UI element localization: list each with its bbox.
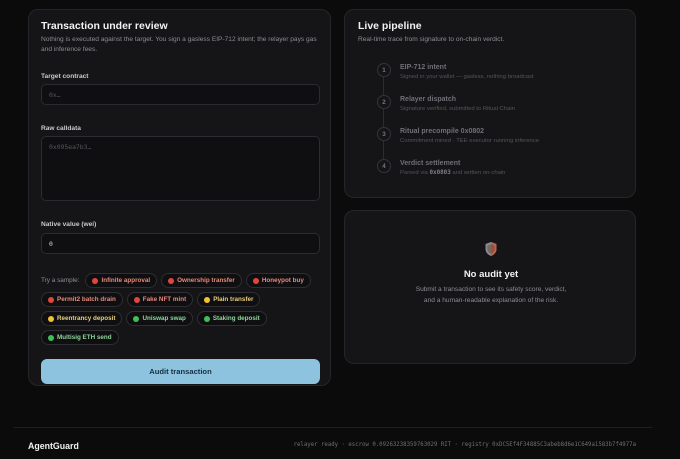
shield-icon — [484, 241, 498, 262]
native-value-label: Native value (wei) — [41, 221, 97, 228]
sample-chip-reentrancy-deposit[interactable]: Reentrancy deposit — [41, 311, 123, 326]
yellow-status-dot-icon — [48, 315, 54, 322]
step-title: Relayer dispatch — [400, 96, 457, 103]
sample-chip-staking-deposit[interactable]: Staking deposit — [196, 311, 267, 326]
green-status-dot-icon — [48, 334, 54, 341]
empty-desc-line: and a human-readable explanation of the … — [423, 296, 559, 304]
step-title: EIP-712 intent — [400, 64, 447, 71]
green-status-dot-icon — [133, 315, 140, 322]
step-title: Verdict settlement — [400, 160, 461, 167]
brand-logo-text: AgentGuard — [28, 441, 79, 451]
step-number: 3 — [377, 127, 391, 141]
sample-chip-label: Uniswap swap — [142, 315, 186, 322]
sample-chip-fake-nft-mint[interactable]: Fake NFT mint — [126, 292, 194, 307]
pipeline-step: 4 Verdict settlement Parsed via 0x0803 a… — [377, 159, 617, 191]
sample-chip-ownership-transfer[interactable]: Ownership transfer — [161, 273, 242, 288]
pipeline-step: 3 Ritual precompile 0x0802 Commitment mi… — [377, 127, 617, 159]
audit-transaction-button[interactable]: Audit transaction — [41, 359, 320, 384]
step-desc-prefix: Parsed via — [400, 170, 428, 176]
red-status-dot-icon — [48, 296, 54, 303]
empty-state: No audit yet Submit a transaction to see… — [345, 241, 637, 307]
raw-calldata-input[interactable] — [41, 136, 320, 201]
sample-chip-label: Infinite approval — [101, 277, 151, 284]
red-status-dot-icon — [133, 296, 140, 303]
pipeline-step: 1 EIP-712 intent Signed in your wallet —… — [377, 63, 617, 95]
sample-chip-label: Honeypot buy — [261, 277, 304, 284]
red-status-dot-icon — [168, 277, 175, 284]
precompile-address: 0x0803 — [429, 170, 451, 176]
empty-title: No audit yet — [463, 269, 519, 280]
transaction-form-card: Transaction under review Nothing is exec… — [28, 9, 331, 386]
step-description: Commitment mined · TEE executor running … — [400, 138, 540, 144]
empty-desc-line: Submit a transaction to see its safety s… — [415, 286, 567, 293]
step-description: Parsed via 0x0803 and written on-chain — [400, 170, 617, 176]
sample-chip-multisig-eth-send[interactable]: Multisig ETH send — [41, 330, 119, 345]
step-number: 1 — [377, 63, 391, 77]
relayer-status-line: relayer ready · escrow 0.092632383597630… — [293, 442, 636, 448]
step-number: 2 — [377, 95, 391, 109]
sample-chip-permit2-batch-drain[interactable]: Permit2 batch drain — [41, 292, 123, 307]
footer-divider — [14, 427, 652, 428]
sample-chip-label: Multisig ETH send — [57, 334, 112, 341]
pipeline-step: 2 Relayer dispatch Signature verified, s… — [377, 95, 617, 127]
green-status-dot-icon — [203, 315, 210, 322]
raw-calldata-label: Raw calldata — [41, 125, 81, 132]
pipeline-subtitle: Real-time trace from signature to on-cha… — [358, 36, 505, 43]
sample-chip-label: Permit2 batch drain — [57, 296, 116, 303]
pipeline-title: Live pipeline — [358, 20, 422, 32]
audit-result-card: No audit yet Submit a transaction to see… — [344, 210, 636, 364]
sample-chip-infinite-approval[interactable]: Infinite approval — [85, 273, 158, 288]
sample-chips: Try a sample: Infinite approval Ownershi… — [41, 273, 326, 349]
red-status-dot-icon — [252, 277, 259, 284]
samples-label: Try a sample: — [41, 277, 80, 284]
sample-chip-plain-transfer[interactable]: Plain transfer — [197, 292, 261, 307]
form-title: Transaction under review — [41, 20, 168, 32]
sample-chip-label: Staking deposit — [212, 315, 260, 322]
pipeline-steps: 1 EIP-712 intent Signed in your wallet —… — [377, 63, 617, 191]
step-description: Signed in your wallet — gasless, nothing… — [400, 74, 534, 80]
step-title: Ritual precompile 0x0802 — [400, 128, 485, 135]
native-value-input[interactable] — [41, 233, 320, 254]
live-pipeline-card: Live pipeline Real-time trace from signa… — [344, 9, 636, 198]
step-desc-suffix: and written on-chain — [452, 170, 506, 176]
yellow-status-dot-icon — [204, 296, 211, 303]
sample-chip-honeypot-buy[interactable]: Honeypot buy — [245, 273, 311, 288]
target-contract-label: Target contract — [41, 73, 89, 80]
sample-chip-uniswap-swap[interactable]: Uniswap swap — [126, 311, 193, 326]
sample-chip-label: Ownership transfer — [177, 277, 235, 284]
step-description: Signature verified, submitted to Ritual … — [400, 106, 515, 112]
sample-chip-label: Plain transfer — [213, 296, 254, 303]
sample-chip-label: Reentrancy deposit — [57, 315, 116, 322]
empty-description: Submit a transaction to see its safety s… — [345, 285, 637, 307]
target-contract-input[interactable] — [41, 84, 320, 105]
red-status-dot-icon — [92, 277, 99, 284]
step-number: 4 — [377, 159, 391, 173]
sample-chip-label: Fake NFT mint — [142, 296, 187, 303]
form-subtitle: Nothing is executed against the target. … — [41, 36, 317, 53]
